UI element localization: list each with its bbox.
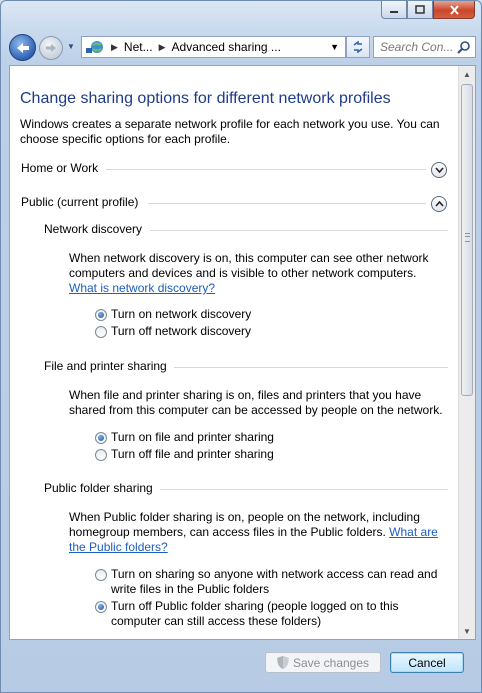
divider <box>160 489 448 490</box>
expand-home-or-work-button[interactable] <box>431 162 447 178</box>
close-icon <box>449 4 459 15</box>
divider <box>106 169 426 170</box>
network-discovery-desc-line-2: computers and devices and is visible to … <box>69 266 417 280</box>
address-bar[interactable]: ▶ Net... ▶ Advanced sharing ... ▼ <box>81 36 346 58</box>
network-discovery-on-radio[interactable] <box>95 309 107 321</box>
what-are-public-folders-link-cont[interactable]: the Public folders? <box>69 540 168 554</box>
chevron-up-icon <box>434 201 444 207</box>
refresh-icon <box>353 41 363 53</box>
back-arrow-icon <box>16 42 29 53</box>
minimize-button[interactable] <box>381 1 407 19</box>
public-folder-desc-line-2: homegroup members, can access files in t… <box>69 525 438 539</box>
breadcrumb-network[interactable]: Net... <box>124 40 153 54</box>
divider <box>150 230 448 231</box>
public-folder-on-radio[interactable] <box>95 569 107 581</box>
profile-home-or-work-label[interactable]: Home or Work <box>21 161 98 175</box>
cancel-label: Cancel <box>408 655 446 670</box>
profile-public-label[interactable]: Public (current profile) <box>21 195 138 209</box>
refresh-button[interactable] <box>346 36 370 58</box>
maximize-icon <box>415 5 425 14</box>
vertical-scrollbar[interactable]: ▲ ▼ <box>458 66 475 639</box>
uac-shield-icon <box>276 656 289 669</box>
public-folder-on-label-line-1[interactable]: Turn on sharing so anyone with network a… <box>111 567 437 581</box>
control-panel-window: ▼ ▶ Net... ▶ Advanced sharing ... ▼ Sear… <box>0 0 482 693</box>
recent-pages-dropdown[interactable]: ▼ <box>67 42 75 51</box>
back-button[interactable] <box>9 34 36 61</box>
file-printer-off-radio[interactable] <box>95 449 107 461</box>
address-dropdown-icon[interactable]: ▼ <box>330 42 339 52</box>
forward-button[interactable] <box>39 36 63 60</box>
scroll-down-icon[interactable]: ▼ <box>459 623 475 639</box>
search-placeholder: Search Con... <box>380 40 454 54</box>
close-button[interactable] <box>433 1 475 19</box>
network-discovery-off-label[interactable]: Turn off network discovery <box>111 324 251 338</box>
network-icon <box>85 39 105 55</box>
public-folder-off-label-line-1[interactable]: Turn off Public folder sharing (people l… <box>111 599 399 613</box>
minimize-icon <box>390 10 398 13</box>
network-discovery-desc-line-1: When network discovery is on, this compu… <box>69 251 429 265</box>
file-printer-sharing-heading: File and printer sharing <box>44 359 167 373</box>
file-printer-desc-line-2: shared from this computer can be accesse… <box>69 403 443 417</box>
intro-text-line-2: choose specific options for each profile… <box>20 132 231 146</box>
cancel-button[interactable]: Cancel <box>390 652 464 673</box>
public-folder-off-label-line-2[interactable]: computer can still access these folders) <box>111 614 321 628</box>
public-folder-sharing-heading: Public folder sharing <box>44 481 153 495</box>
what-are-public-folders-link[interactable]: What are <box>389 525 438 539</box>
breadcrumb-advanced-sharing[interactable]: Advanced sharing ... <box>172 40 281 54</box>
breadcrumb-separator-icon: ▶ <box>158 41 166 52</box>
chevron-down-icon <box>434 167 444 173</box>
collapse-public-button[interactable] <box>431 196 447 212</box>
file-printer-on-label[interactable]: Turn on file and printer sharing <box>111 430 274 444</box>
public-folder-on-label-line-2[interactable]: write files in the Public folders <box>111 582 269 596</box>
save-changes-button[interactable]: Save changes <box>265 652 381 673</box>
network-discovery-on-label[interactable]: Turn on network discovery <box>111 307 251 321</box>
network-discovery-off-radio[interactable] <box>95 326 107 338</box>
public-folder-desc-line-1: When Public folder sharing is on, people… <box>69 510 420 524</box>
settings-content-pane: Change sharing options for different net… <box>9 65 476 640</box>
network-discovery-heading: Network discovery <box>44 222 143 236</box>
file-printer-on-radio[interactable] <box>95 432 107 444</box>
search-icon[interactable] <box>457 40 471 57</box>
public-folder-desc-text: homegroup members, can access files in t… <box>69 525 386 539</box>
maximize-button[interactable] <box>407 1 433 19</box>
search-input[interactable]: Search Con... <box>373 36 476 58</box>
scrollbar-grip-icon <box>465 233 470 242</box>
scrollbar-thumb[interactable] <box>461 84 473 396</box>
divider <box>148 203 426 204</box>
page-title: Change sharing options for different net… <box>20 90 391 107</box>
file-printer-desc-line-1: When file and printer sharing is on, fil… <box>69 388 422 402</box>
forward-arrow-icon <box>46 44 56 52</box>
caption-buttons <box>381 1 475 19</box>
what-is-network-discovery-link[interactable]: What is network discovery? <box>69 281 215 295</box>
intro-text-line-1: Windows creates a separate network profi… <box>20 117 440 131</box>
public-folder-off-radio[interactable] <box>95 601 107 613</box>
scroll-up-icon[interactable]: ▲ <box>459 66 475 82</box>
breadcrumb-separator-icon: ▶ <box>111 41 118 52</box>
file-printer-off-label[interactable]: Turn off file and printer sharing <box>111 447 274 461</box>
navigation-bar: ▼ ▶ Net... ▶ Advanced sharing ... ▼ Sear… <box>9 32 476 62</box>
save-changes-label: Save changes <box>292 655 370 670</box>
divider <box>174 367 448 368</box>
